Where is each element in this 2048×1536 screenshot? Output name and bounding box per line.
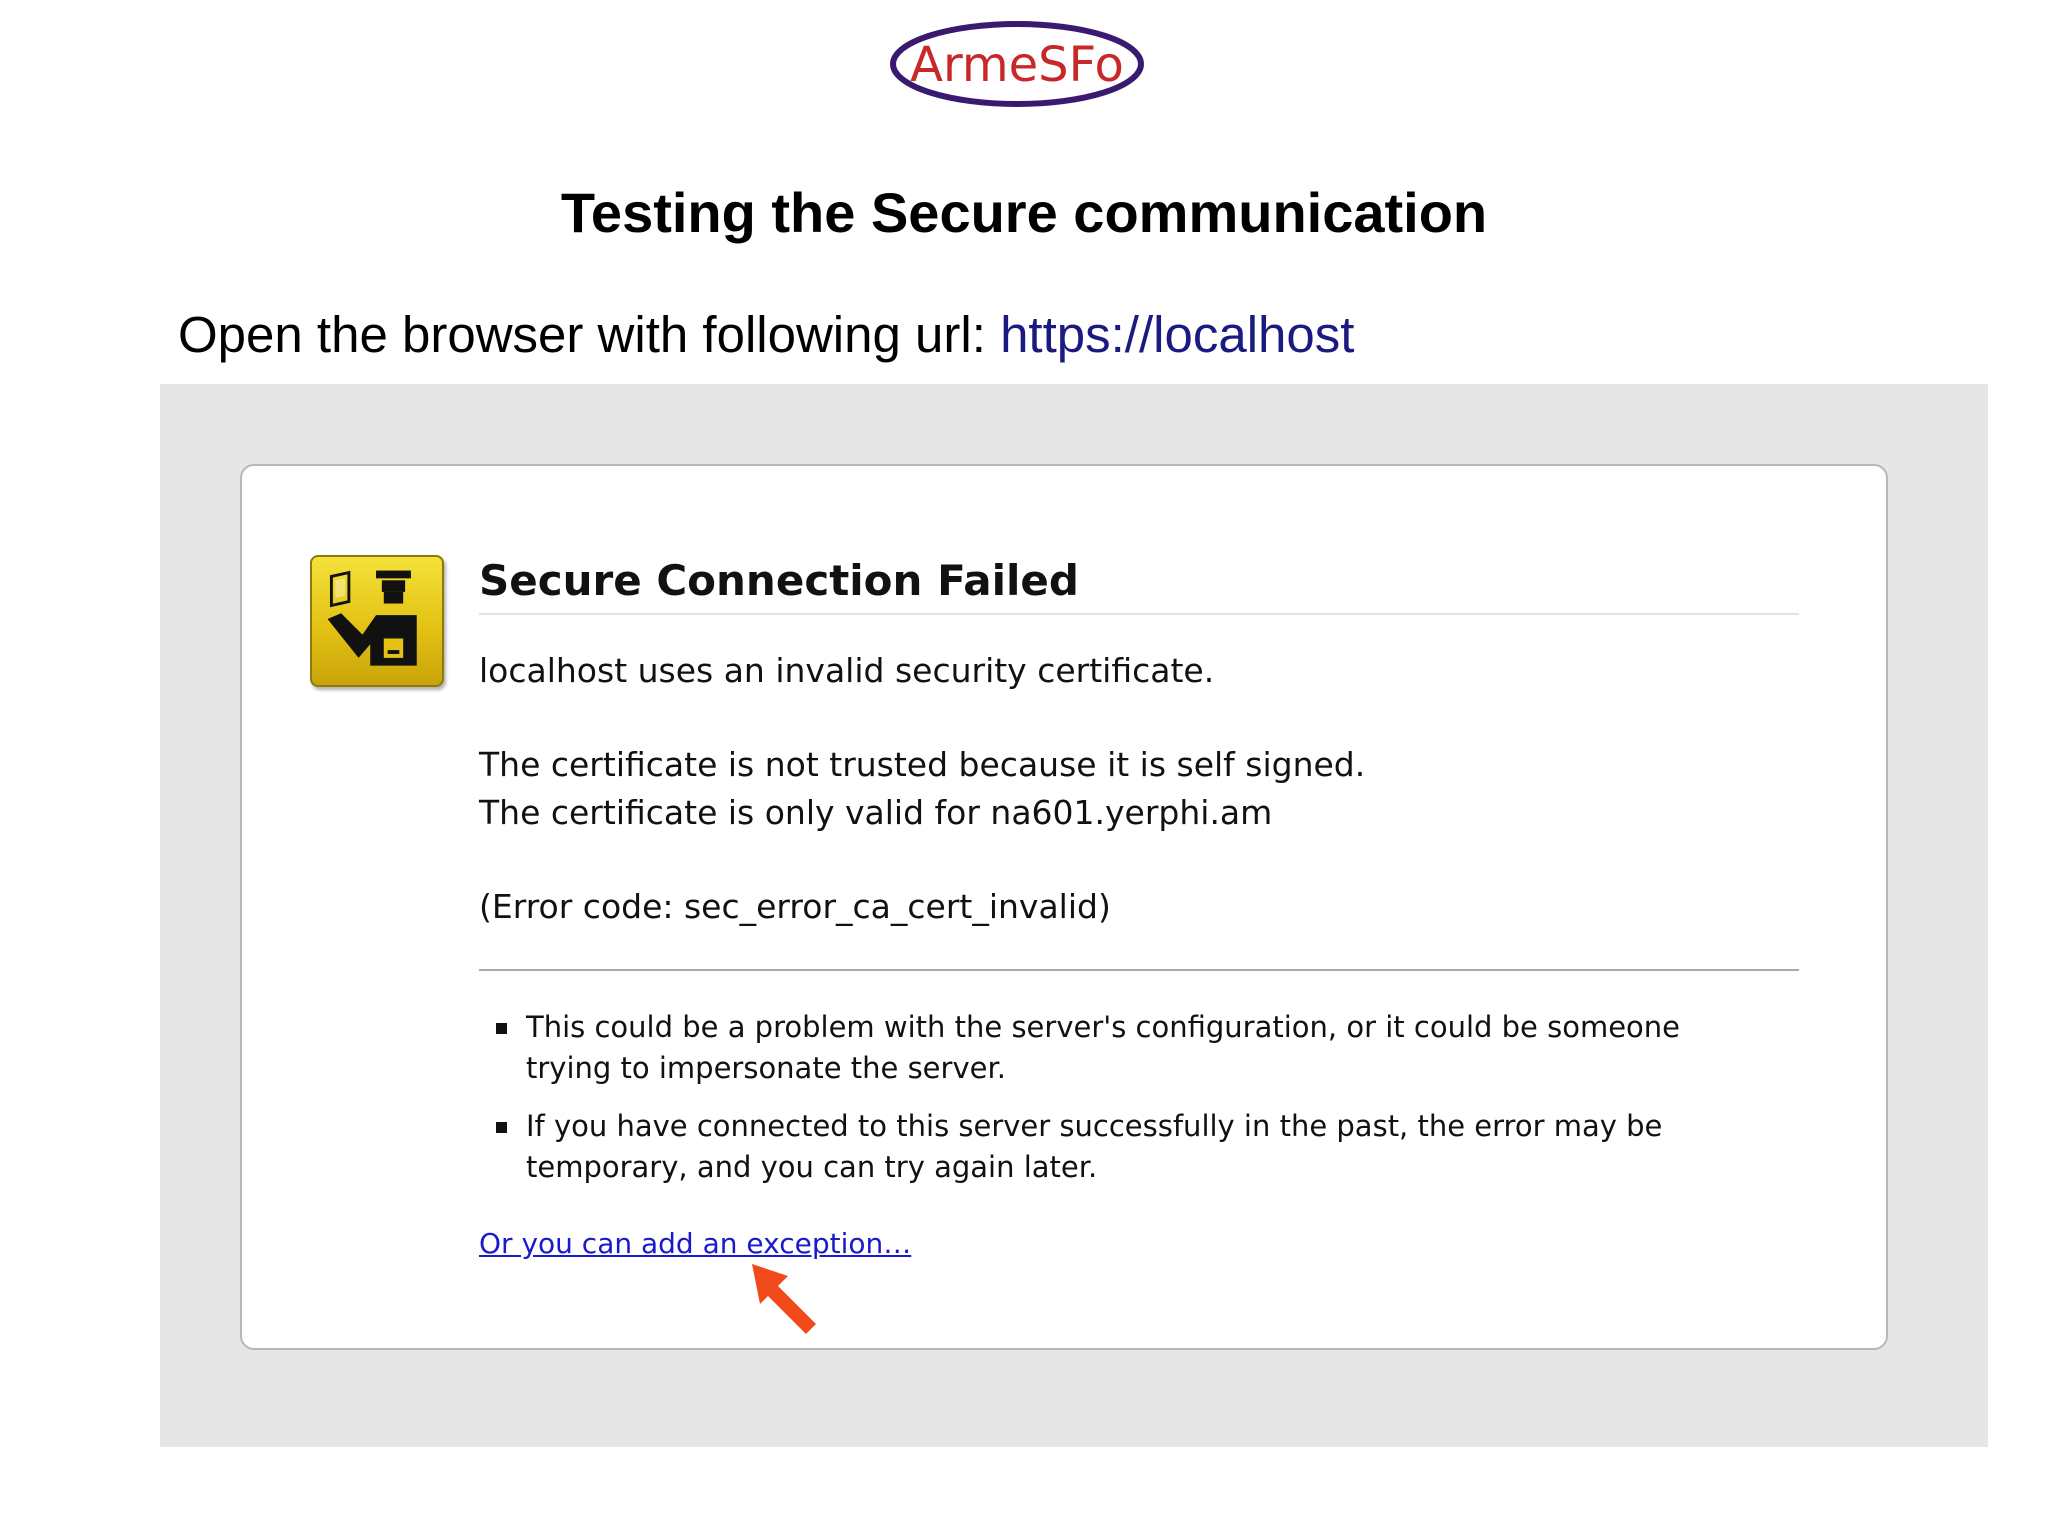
list-item: If you have connected to this server suc…	[479, 1106, 1726, 1188]
red-pointer-arrow-icon	[748, 1260, 840, 1352]
add-exception-link[interactable]: Or you can add an exception…	[479, 1227, 911, 1260]
advice-text: This could be a problem with the server'…	[526, 1010, 1681, 1085]
browser-screenshot: Secure Connection Failed localhost uses …	[160, 384, 1988, 1447]
bullet-square-icon	[496, 1122, 507, 1133]
bullet-square-icon	[496, 1023, 507, 1034]
instruction-prefix: Open the browser with following url:	[178, 306, 1001, 363]
instruction-url: https://localhost	[1000, 306, 1355, 363]
error-content: Secure Connection Failed localhost uses …	[479, 556, 1799, 1260]
error-detail-self-signed: The certificate is not trusted because i…	[479, 745, 1366, 784]
divider	[479, 969, 1799, 971]
slide: ArmeSFo Testing the Secure communication…	[0, 0, 2048, 1536]
error-detail-valid-for: The certificate is only valid for na601.…	[479, 793, 1273, 832]
armesfo-logo: ArmeSFo	[888, 18, 1146, 110]
error-page-box: Secure Connection Failed localhost uses …	[240, 464, 1888, 1350]
error-title: Secure Connection Failed	[479, 556, 1799, 615]
error-description: localhost uses an invalid security certi…	[479, 651, 1215, 690]
advice-text: If you have connected to this server suc…	[526, 1109, 1663, 1184]
list-item: This could be a problem with the server'…	[479, 1007, 1726, 1089]
error-code: (Error code: sec_error_ca_cert_invalid)	[479, 887, 1111, 926]
logo-text: ArmeSFo	[910, 37, 1124, 93]
instruction-text: Open the browser with following url: htt…	[178, 305, 1354, 364]
advice-list: This could be a problem with the server'…	[479, 1007, 1799, 1188]
certificate-officer-icon	[310, 555, 444, 687]
slide-title: Testing the Secure communication	[560, 181, 1488, 244]
